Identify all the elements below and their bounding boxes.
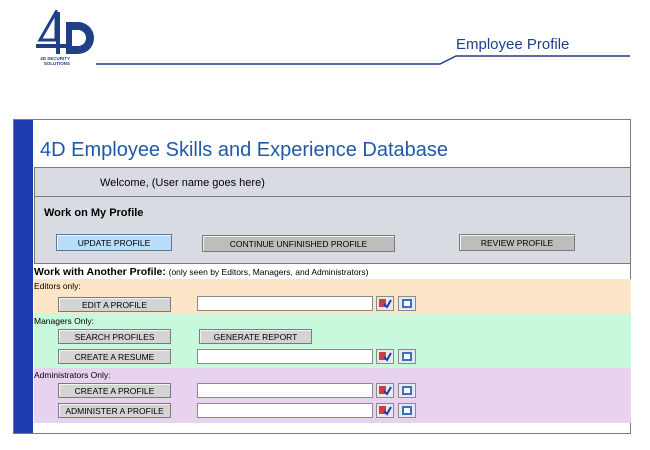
my-profile-heading: Work on My Profile	[44, 207, 144, 219]
book-icon[interactable]	[398, 383, 416, 398]
managers-section: Managers Only: SEARCH PROFILES GENERATE …	[34, 314, 631, 368]
spellcheck-icon[interactable]	[376, 349, 394, 364]
update-profile-button[interactable]: UPDATE PROFILE	[56, 234, 172, 251]
left-accent-bar	[14, 120, 33, 433]
administer-profile-button[interactable]: ADMINISTER A PROFILE	[58, 403, 171, 418]
edit-profile-field[interactable]	[197, 296, 373, 311]
create-profile-button[interactable]: CREATE A PROFILE	[58, 383, 171, 398]
administer-profile-field[interactable]	[197, 403, 373, 418]
welcome-row: Welcome, (User name goes here)	[34, 167, 631, 197]
database-title: 4D Employee Skills and Experience Databa…	[40, 139, 448, 161]
spellcheck-icon[interactable]	[376, 403, 394, 418]
another-profile-title: Work with Another Profile:	[34, 266, 166, 278]
create-resume-button[interactable]: CREATE A RESUME	[58, 349, 171, 364]
book-icon[interactable]	[398, 349, 416, 364]
create-profile-field[interactable]	[197, 383, 373, 398]
my-profile-panel: Welcome, (User name goes here) Work on M…	[34, 167, 631, 264]
database-frame: 4D Employee Skills and Experience Databa…	[13, 119, 631, 434]
work-on-my-profile: Work on My Profile UPDATE PROFILE CONTIN…	[34, 196, 631, 264]
another-profile-note: (only seen by Editors, Managers, and Adm…	[168, 267, 369, 277]
page-title: Employee Profile	[456, 36, 570, 53]
generate-report-button[interactable]: GENERATE REPORT	[199, 329, 312, 344]
welcome-text: Welcome, (User name goes here)	[100, 177, 265, 189]
managers-label: Managers Only:	[34, 316, 94, 326]
administrators-section: Administrators Only: CREATE A PROFILE AD…	[34, 368, 631, 423]
book-icon[interactable]	[398, 296, 416, 311]
create-resume-field[interactable]	[197, 349, 373, 364]
spellcheck-icon[interactable]	[376, 383, 394, 398]
review-profile-button[interactable]: REVIEW PROFILE	[459, 234, 575, 251]
book-icon[interactable]	[398, 403, 416, 418]
editors-section: Editors only: EDIT A PROFILE	[34, 279, 631, 314]
edit-profile-button[interactable]: EDIT A PROFILE	[58, 297, 171, 312]
continue-unfinished-profile-button[interactable]: CONTINUE UNFINISHED PROFILE	[202, 235, 395, 252]
search-profiles-button[interactable]: SEARCH PROFILES	[58, 329, 171, 344]
administrators-label: Administrators Only:	[34, 370, 111, 380]
another-profile-heading: Work with Another Profile: (only seen by…	[34, 266, 368, 278]
spellcheck-icon[interactable]	[376, 296, 394, 311]
editors-label: Editors only:	[34, 281, 81, 291]
